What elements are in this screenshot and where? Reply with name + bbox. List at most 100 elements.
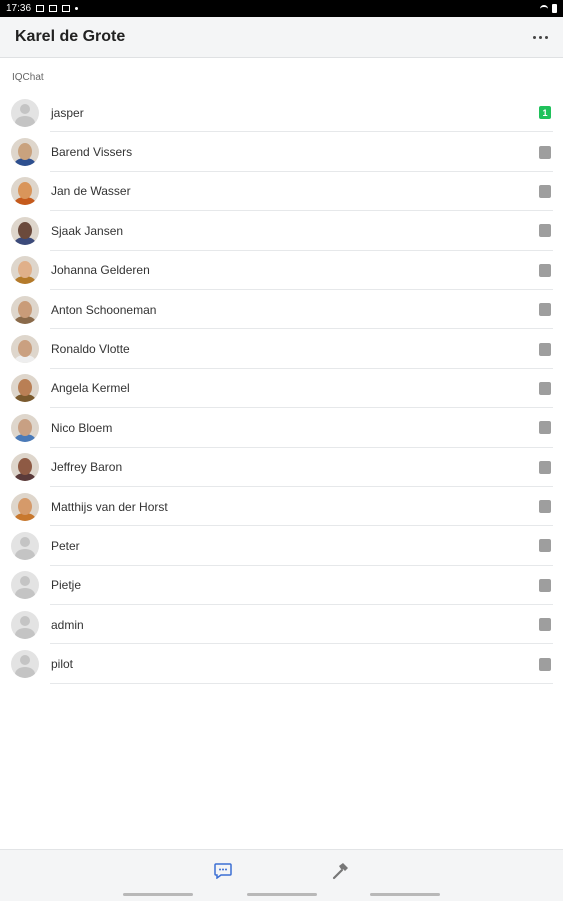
page-title: Karel de Grote: [15, 28, 126, 45]
contact-name: Matthijs van der Horst: [51, 499, 168, 514]
avatar-head: [20, 103, 30, 114]
default-avatar-icon: [11, 650, 39, 679]
contact-name: jasper: [51, 105, 84, 120]
contact-row[interactable]: jasper 1: [0, 93, 563, 133]
avatar-body: [15, 588, 35, 600]
gesture-bar: [247, 893, 317, 896]
status-badge: [539, 539, 551, 553]
hammer-icon[interactable]: [331, 862, 349, 880]
contact-name: Jeffrey Baron: [51, 460, 123, 475]
contact-name: Peter: [51, 538, 80, 553]
contact-name: admin: [51, 617, 84, 632]
status-badge: [539, 303, 551, 317]
contact-name: Johanna Gelderen: [51, 263, 150, 278]
more-dot: [539, 35, 542, 39]
status-badge: [539, 184, 551, 198]
gallery-notification-icon: [36, 5, 45, 12]
contact-name: Barend Vissers: [51, 145, 133, 160]
gesture-bar: [123, 893, 193, 896]
screen-cast-notification-icon: [62, 5, 71, 12]
status-bar: 17:36: [0, 0, 563, 17]
status-badge: [539, 578, 551, 592]
status-bar-right: [540, 4, 557, 13]
gesture-bar: [370, 893, 440, 896]
avatar-head: [20, 576, 30, 587]
contact-row[interactable]: Angela Kermel: [0, 369, 563, 409]
avatar-body: [15, 627, 35, 639]
status-badge: [539, 342, 551, 356]
contact-row[interactable]: Nico Bloem: [0, 408, 563, 448]
section-label: IQChat: [12, 72, 44, 83]
avatar-photo: [11, 453, 39, 482]
default-avatar-icon: [11, 610, 39, 639]
avatar-photo: [11, 374, 39, 403]
contact-row[interactable]: pilot: [0, 644, 563, 685]
battery-icon: [552, 4, 557, 13]
contact-name: pilot: [51, 657, 74, 672]
contact-row[interactable]: Jan de Wasser: [0, 172, 563, 212]
more-horizontal-icon: [533, 35, 536, 39]
default-avatar-icon: [11, 531, 39, 560]
status-badge: [539, 224, 551, 238]
avatar-photo: [11, 177, 39, 206]
contact-name: Nico Bloem: [51, 420, 113, 435]
avatar-photo: [11, 256, 39, 285]
avatar-face: [18, 418, 32, 436]
contact-name: Ronaldo Vlotte: [51, 342, 130, 357]
app-bar: Karel de Grote: [0, 17, 563, 58]
default-avatar-icon: [11, 98, 39, 127]
contact-row[interactable]: Peter: [0, 526, 563, 567]
missed-call-notification-icon: [49, 5, 58, 12]
avatar-face: [18, 261, 32, 279]
contact-row[interactable]: Anton Schooneman: [0, 290, 563, 330]
more-dot: [545, 35, 548, 39]
chat-icon[interactable]: [214, 863, 232, 879]
status-badge: [539, 500, 551, 514]
status-badge: [539, 618, 551, 632]
contact-name: Pietje: [51, 578, 82, 593]
contact-list: jasper 1 Barend Vissers Jan de Wasser Sjaak …: [0, 93, 563, 685]
status-badge: [539, 145, 551, 159]
status-time: 17:36: [6, 3, 32, 14]
avatar-photo: [11, 295, 39, 324]
avatar-body: [15, 667, 35, 679]
contact-row[interactable]: Ronaldo Vlotte: [0, 329, 563, 370]
avatar-head: [20, 655, 30, 666]
wifi-icon: [540, 4, 548, 13]
avatar-face: [18, 340, 32, 358]
status-badge: [539, 657, 551, 671]
avatar-head: [20, 536, 30, 547]
status-badge: [539, 421, 551, 435]
contact-row[interactable]: Johanna Gelderen: [0, 251, 563, 291]
default-avatar-icon: [11, 571, 39, 600]
status-bar-left: 17:36: [6, 3, 79, 14]
avatar-body: [15, 115, 35, 127]
more-notifications-icon: [75, 7, 79, 10]
status-badge: [539, 460, 551, 474]
contact-row[interactable]: Barend Vissers: [0, 132, 563, 173]
contact-row[interactable]: Pietje: [0, 566, 563, 606]
avatar-body: [15, 548, 35, 560]
avatar-face: [18, 221, 32, 239]
avatar-photo: [11, 492, 39, 521]
contact-row[interactable]: Sjaak Jansen: [0, 211, 563, 251]
avatar-face: [18, 143, 32, 161]
more-options-button[interactable]: [531, 30, 550, 45]
status-badge: [539, 263, 551, 277]
avatar-face: [18, 458, 32, 476]
contact-name: Jan de Wasser: [51, 184, 131, 199]
avatar-photo: [11, 216, 39, 245]
contact-row[interactable]: Matthijs van der Horst: [0, 487, 563, 527]
contact-name: Sjaak Jansen: [51, 223, 124, 238]
contact-row[interactable]: admin: [0, 605, 563, 645]
avatar-head: [20, 615, 30, 626]
avatar-photo: [11, 335, 39, 364]
avatar-face: [18, 497, 32, 515]
avatar-photo: [11, 138, 39, 167]
unread-count-badge: 1: [539, 106, 551, 120]
contact-row[interactable]: Jeffrey Baron: [0, 448, 563, 488]
avatar-photo: [11, 413, 39, 442]
contact-name: Angela Kermel: [51, 381, 130, 396]
contact-name: Anton Schooneman: [51, 302, 157, 317]
status-badge: [539, 381, 551, 395]
